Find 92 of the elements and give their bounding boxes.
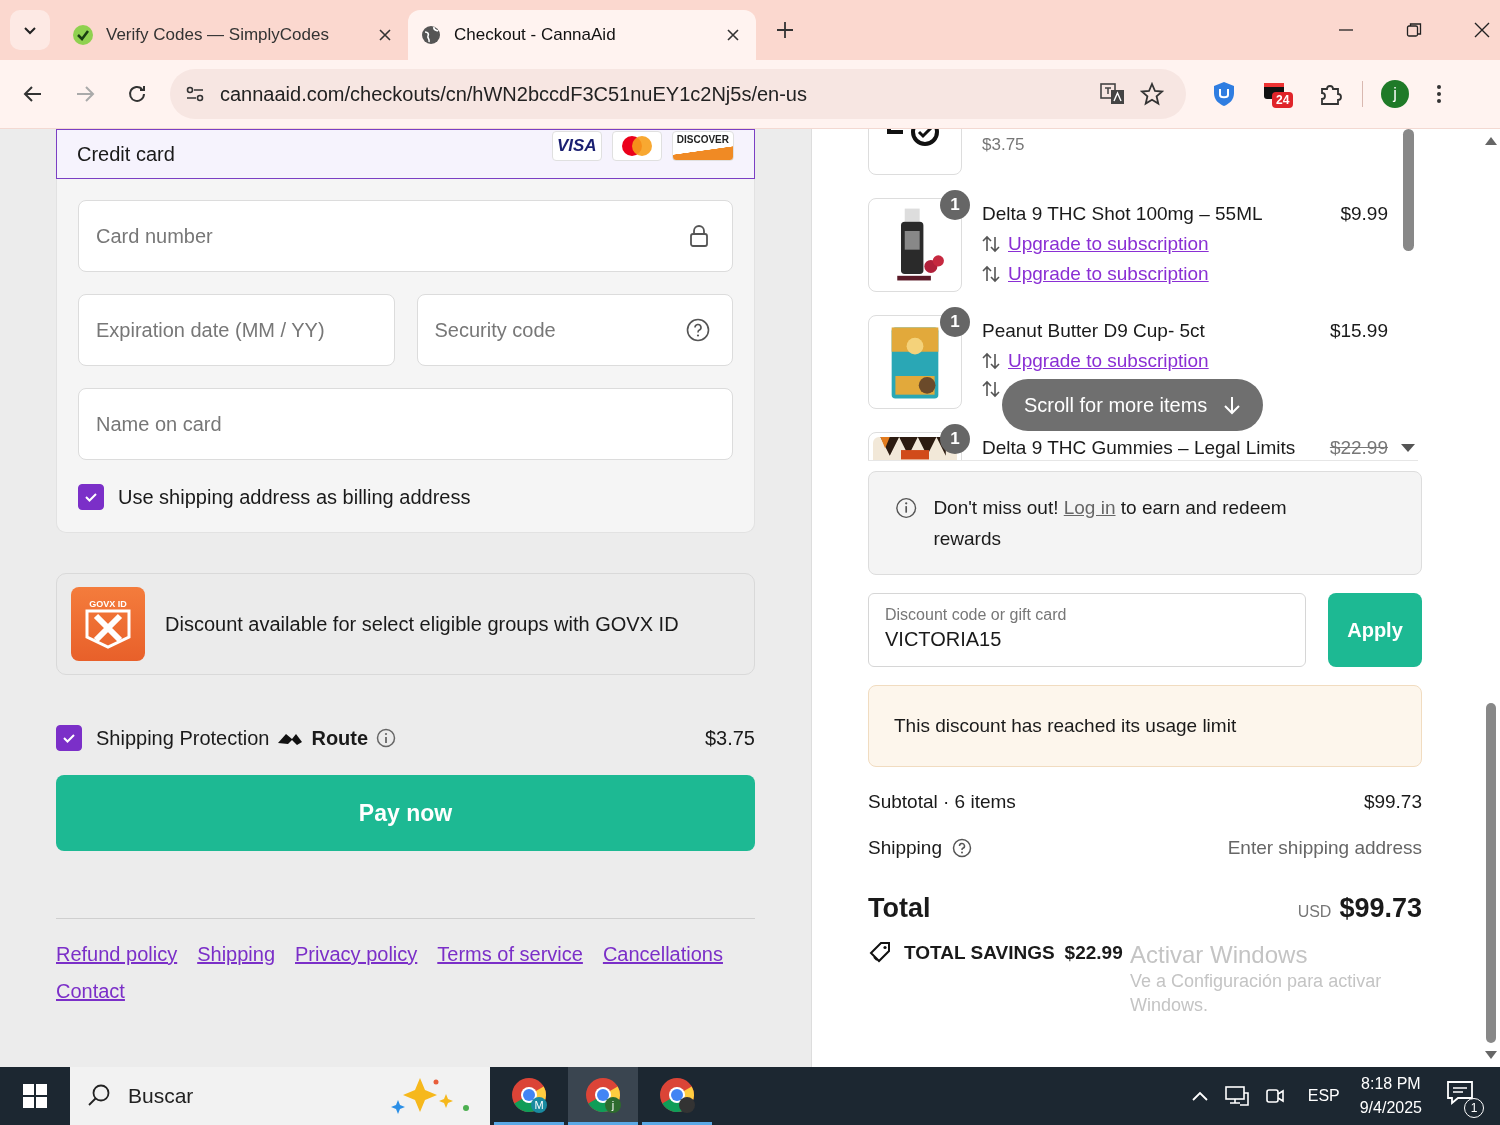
payment-method-header[interactable]: Credit card VISA DISCOVER [56,129,755,179]
close-icon[interactable] [726,28,740,42]
product-price: $22.99 [1329,437,1388,459]
checkmark-logo-icon [72,24,94,46]
product-name: Delta 9 THC Gummies – Legal Limits [982,437,1296,459]
discount-info-text: Discount available for select eligible groups with GOVX ID [165,612,679,636]
checkbox[interactable] [78,484,104,510]
upgrade-link[interactable]: Upgrade to subscription [1008,350,1209,372]
scroll-up-icon[interactable] [1485,137,1497,145]
route-brand: Route [311,726,369,750]
quantity-badge: 1 [940,190,970,220]
currency-code: USD [1297,903,1332,921]
help-icon[interactable] [951,838,972,858]
footer-link[interactable]: Terms of service [437,943,583,966]
menu-icon[interactable] [1435,83,1443,105]
upgrade-link[interactable]: Upgrade to subscription [1008,263,1209,285]
url-text: cannaaid.com/checkouts/cn/hWN2bccdF3C51nuEY1c2Nj5s/en-us [220,82,807,106]
footer-link[interactable]: Shipping [197,943,276,966]
login-link[interactable]: Log in [1063,497,1116,518]
scroll-down-icon[interactable] [1485,1051,1497,1059]
quantity-badge: 1 [940,424,970,454]
notification-badge: 24 [1272,92,1294,108]
summary-label: Subtotal · 6 items [868,791,1016,813]
language-indicator[interactable]: ESP [1307,1087,1340,1105]
shield-icon[interactable] [1212,81,1236,107]
upgrade-link[interactable]: Upgrade to subscription [1008,233,1209,255]
total-label: Total [868,893,931,924]
checkbox-label: Use shipping address as billing address [118,485,471,509]
close-icon[interactable] [378,28,392,42]
translate-icon[interactable] [1100,82,1126,106]
swap-icon [982,352,1000,370]
scrollbar[interactable] [1403,129,1414,251]
browser-tab[interactable]: Verify Codes — SimplyCodes [60,10,408,60]
footer-link[interactable]: Cancellations [602,943,723,966]
swap-icon [982,380,1000,398]
discount-error-message: This discount has reached its usage limit [868,685,1422,767]
footer-link[interactable]: Privacy policy [295,943,418,966]
activation-text: Ve a Configuración para activar Windows. [1130,970,1383,1017]
total-amount: $99.73 [1339,893,1422,924]
browser-tab[interactable]: Checkout - CannaAid [408,10,756,60]
windows-start-icon[interactable] [22,1083,48,1109]
discount-code-field[interactable]: Discount code or gift card VICTORIA15 [868,593,1306,667]
input-field[interactable]: Name on card [78,388,733,460]
product-name: Delta 9 THC Shot 100mg – 55ML [982,203,1263,225]
summary-value: Enter shipping address [1227,837,1422,859]
info-icon[interactable] [376,728,397,748]
rewards-message: Don't miss out! Log in to earn and redeem rewards [933,496,1288,551]
summary-value: $99.73 [1363,791,1422,813]
summary-label: Shipping [868,837,942,859]
star-icon[interactable] [1140,82,1164,106]
govx-logo: GOVX ID [71,587,145,661]
savings-amount: $22.99 [1064,942,1123,964]
reload-icon[interactable] [126,83,148,105]
help-icon[interactable] [686,318,710,342]
taskbar-search-field[interactable]: Buscar [70,1067,490,1125]
swap-icon [982,235,1000,253]
footer-link[interactable]: Refund policy [56,943,178,966]
footer-link[interactable]: Contact [56,980,125,1003]
product-price: $3.75 [982,135,1025,155]
clock[interactable]: 8:18 PM 9/4/2025 [1359,1075,1422,1117]
input-field[interactable]: Card number [78,200,733,272]
restore-icon[interactable] [1406,22,1422,38]
input-field[interactable]: Security code [416,294,733,366]
notification-count: 1 [1464,1098,1484,1118]
payment-method-label: Credit card [77,142,175,166]
arrow-down-icon [1223,395,1242,415]
info-icon [895,496,918,520]
visa-logo: VISA [551,131,602,161]
product-price: $15.99 [1329,320,1388,342]
activation-title: Activar Windows [1130,941,1309,969]
shipping-protection-label: Shipping Protection [96,726,270,750]
address-bar[interactable]: cannaaid.com/checkouts/cn/hWN2bccdF3C51nuEY1c2Nj5s/en-us [170,69,1186,119]
discover-logo: DISCOVER [671,131,734,161]
input-field[interactable]: Expiration date (MM / YY) [78,294,395,366]
mastercard-logo [611,131,662,161]
product-price: $9.99 [1340,203,1388,225]
lock-icon [688,224,710,248]
close-icon[interactable] [1474,22,1490,38]
network-icon[interactable] [1223,1085,1250,1107]
product-name: Peanut Butter D9 Cup- 5ct [982,320,1205,342]
scroll-hint-button[interactable]: Scroll for more items [1002,379,1264,431]
taskbar-browser-icon[interactable]: j [568,1067,638,1125]
quantity-badge: 1 [940,307,970,337]
shipping-protection-price: $3.75 [704,726,755,750]
scroll-down-icon[interactable] [1401,444,1415,452]
swap-icon [982,265,1000,283]
scrollbar-thumb[interactable] [1486,703,1496,1043]
new-tab-icon[interactable] [776,21,794,39]
profile-avatar[interactable]: j [1381,80,1409,108]
globe-icon [420,24,442,46]
checkbox[interactable] [56,725,82,751]
savings-label: TOTAL SAVINGS [904,942,1055,964]
